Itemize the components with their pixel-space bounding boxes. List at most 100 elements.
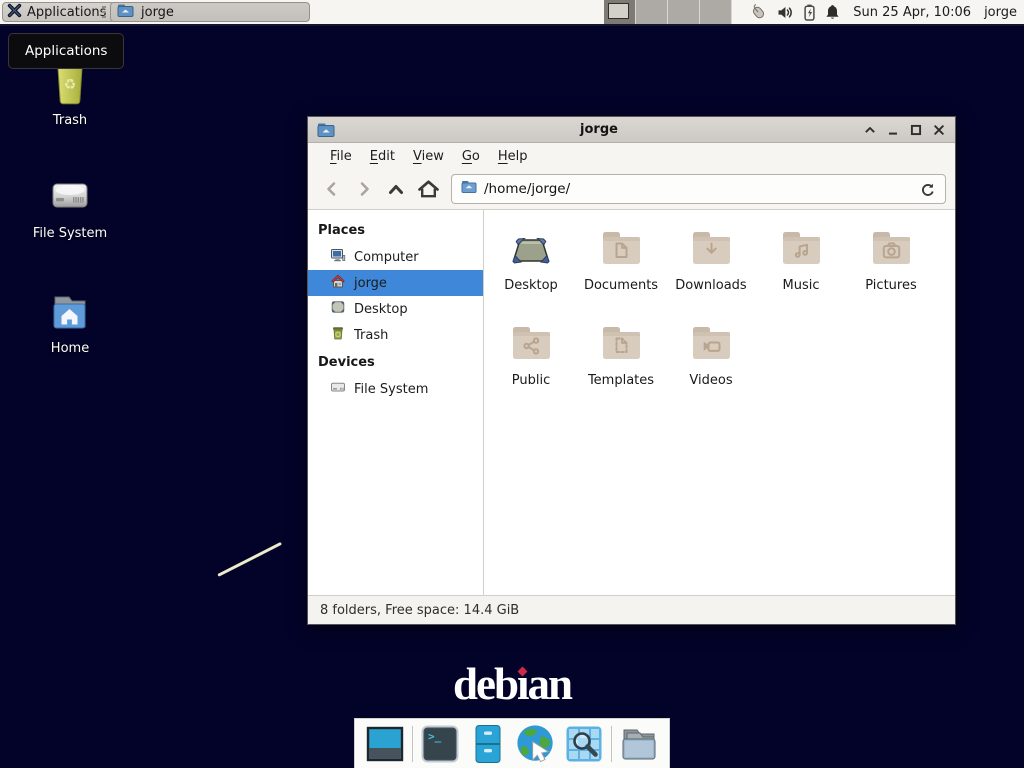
maximize-button[interactable]: [909, 123, 923, 137]
window-titlebar[interactable]: jorge: [308, 117, 955, 143]
mouse-icon[interactable]: [749, 3, 768, 21]
file-item-label: Videos: [689, 373, 732, 388]
debian-i-diamond: ı: [517, 659, 528, 709]
web-browser-icon[interactable]: [515, 722, 557, 766]
folder-music-icon: [777, 224, 825, 276]
sidebar-item-label: Desktop: [354, 302, 408, 317]
file-item-downloads[interactable]: Downloads: [666, 224, 756, 319]
window-folder-icon: [317, 122, 335, 138]
debian-logo: debıan: [0, 658, 1024, 710]
sidebar-header-places: Places: [308, 216, 483, 244]
file-item-label: Downloads: [675, 278, 746, 293]
top-panel: Applications jorge Sun 25 Apr, 10:06 jor…: [0, 0, 1024, 26]
folder-template-icon: [597, 319, 645, 371]
file-item-templates[interactable]: Templates: [576, 319, 666, 414]
workspace-cell[interactable]: [668, 0, 700, 24]
stylus-line: [217, 542, 282, 577]
sidebar-item-trash[interactable]: Trash: [308, 322, 483, 348]
up-button[interactable]: [381, 174, 411, 204]
file-item-label: Public: [512, 373, 550, 388]
window-title: jorge: [335, 122, 863, 137]
system-tray: [749, 3, 840, 21]
file-item-music[interactable]: Music: [756, 224, 846, 319]
folder-down-icon: [687, 224, 735, 276]
username-button[interactable]: jorge: [984, 5, 1017, 20]
home-icon: [330, 273, 346, 293]
file-item-public[interactable]: Public: [486, 319, 576, 414]
sidebar: Places Computer jorge Desktop Trash Devices Fi…: [308, 210, 484, 595]
path-text: /home/jorge/: [484, 181, 570, 197]
applications-button-label: Applications: [27, 5, 106, 20]
folder-doc-icon: [597, 224, 645, 276]
sidebar-item-label: Trash: [354, 328, 388, 343]
close-button[interactable]: [932, 123, 946, 137]
forward-button[interactable]: [349, 174, 379, 204]
svg-text:>_: >_: [428, 730, 442, 743]
clock[interactable]: Sun 25 Apr, 10:06: [853, 5, 971, 20]
file-manager-icon[interactable]: [618, 722, 660, 766]
sidebar-item-label: Computer: [354, 250, 419, 265]
desktop-icon-label: File System: [33, 226, 107, 241]
menu-bar: FileEditViewGoHelp: [308, 143, 955, 169]
drive-icon: [46, 172, 94, 224]
minimize-button[interactable]: [886, 123, 900, 137]
file-item-label: Templates: [588, 373, 654, 388]
file-item-documents[interactable]: Documents: [576, 224, 666, 319]
file-item-label: Pictures: [865, 278, 916, 293]
home-button[interactable]: [413, 174, 443, 204]
battery-icon[interactable]: [803, 4, 816, 21]
file-manager-window: jorge FileEditViewGoHelp /home/jorge/ Pl…: [307, 116, 956, 625]
file-item-videos[interactable]: Videos: [666, 319, 756, 414]
path-folder-icon: [461, 180, 477, 198]
app-finder-icon[interactable]: [563, 722, 605, 766]
file-item-label: Documents: [584, 278, 658, 293]
volume-icon[interactable]: [777, 5, 794, 20]
menu-item-file[interactable]: File: [321, 146, 361, 167]
workspace-cell[interactable]: [700, 0, 732, 24]
refresh-button[interactable]: [919, 181, 936, 198]
sidebar-header-devices: Devices: [308, 348, 483, 376]
show-desktop-icon[interactable]: [364, 722, 406, 766]
folder-icon: [117, 3, 134, 22]
sidebar-item-desktop[interactable]: Desktop: [308, 296, 483, 322]
desktop-icon-home[interactable]: Home: [10, 291, 130, 356]
workspace-cell[interactable]: [636, 0, 668, 24]
file-cabinet-icon[interactable]: [467, 722, 509, 766]
desktop-icon-file-system[interactable]: File System: [10, 172, 130, 241]
folder-camera-icon: [867, 224, 915, 276]
desktop-special-icon: [507, 224, 555, 276]
dock-separator: [611, 726, 612, 762]
menu-item-go[interactable]: Go: [453, 146, 489, 167]
path-bar[interactable]: /home/jorge/: [451, 174, 946, 204]
back-button[interactable]: [317, 174, 347, 204]
desktop-icon-label: Home: [51, 341, 89, 356]
trash-icon: [330, 325, 346, 345]
taskbar-item[interactable]: jorge: [110, 2, 310, 22]
desktop-icon-label: Trash: [53, 113, 87, 128]
sidebar-item-label: File System: [354, 382, 428, 397]
workspace-cell[interactable]: [604, 0, 636, 24]
panel-grip[interactable]: [102, 6, 107, 18]
sidebar-item-jorge[interactable]: jorge: [308, 270, 483, 296]
sidebar-item-label: jorge: [354, 276, 387, 291]
file-item-pictures[interactable]: Pictures: [846, 224, 936, 319]
taskbar-item-label: jorge: [141, 5, 174, 20]
workspace-switcher: [604, 0, 732, 24]
sidebar-item-computer[interactable]: Computer: [308, 244, 483, 270]
menu-item-help[interactable]: Help: [489, 146, 537, 167]
terminal-icon[interactable]: >_: [419, 722, 461, 766]
sidebar-item-file-system[interactable]: File System: [308, 376, 483, 402]
home-folder-icon: [46, 291, 94, 339]
notifications-icon[interactable]: [825, 4, 840, 21]
shade-button[interactable]: [863, 123, 877, 137]
computer-icon: [330, 247, 346, 267]
dock: >_: [354, 718, 670, 768]
file-grid: Desktop Documents Downloads Music Pictur…: [484, 210, 955, 595]
dock-separator: [412, 726, 413, 762]
drive-icon: [330, 379, 346, 399]
file-item-desktop[interactable]: Desktop: [486, 224, 576, 319]
menu-item-edit[interactable]: Edit: [361, 146, 404, 167]
applications-button[interactable]: Applications: [2, 2, 115, 22]
menu-item-view[interactable]: View: [404, 146, 453, 167]
status-bar: 8 folders, Free space: 14.4 GiB: [308, 595, 955, 624]
